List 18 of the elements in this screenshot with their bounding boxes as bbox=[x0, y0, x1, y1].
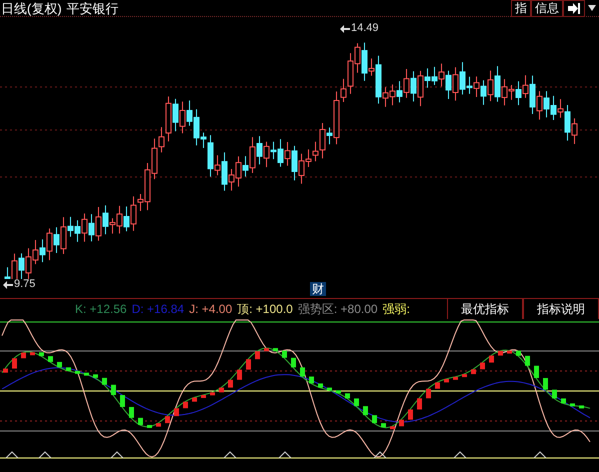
indicator-value: K: +12.56 bbox=[75, 302, 127, 314]
window-title: 日线(复权) bbox=[0, 2, 62, 14]
indicator-value: 顶: +100.0 bbox=[237, 302, 293, 314]
indicator-tab[interactable]: 指标说明 bbox=[523, 298, 599, 318]
arrow-icon bbox=[3, 280, 13, 288]
toolbar-button[interactable]: 指 bbox=[511, 0, 531, 16]
indicator-value: J: +4.00 bbox=[189, 302, 232, 314]
indicator-value: D: +16.84 bbox=[132, 302, 184, 314]
stock-name: 平安银行 bbox=[66, 2, 119, 14]
indicator-value: 强弱: bbox=[382, 302, 410, 314]
toolbar-button[interactable]: 信息 bbox=[531, 0, 563, 16]
low-price-label: 9.75 bbox=[14, 279, 36, 290]
high-price-label: 14.49 bbox=[351, 23, 379, 34]
indicator-value: 强势区: +80.00 bbox=[298, 302, 378, 314]
finance-button[interactable]: 财 bbox=[310, 282, 326, 296]
arrow-icon bbox=[340, 24, 350, 32]
indicator-tab[interactable]: 最优指标 bbox=[447, 298, 523, 318]
collapse-panel-icon[interactable] bbox=[563, 0, 585, 16]
